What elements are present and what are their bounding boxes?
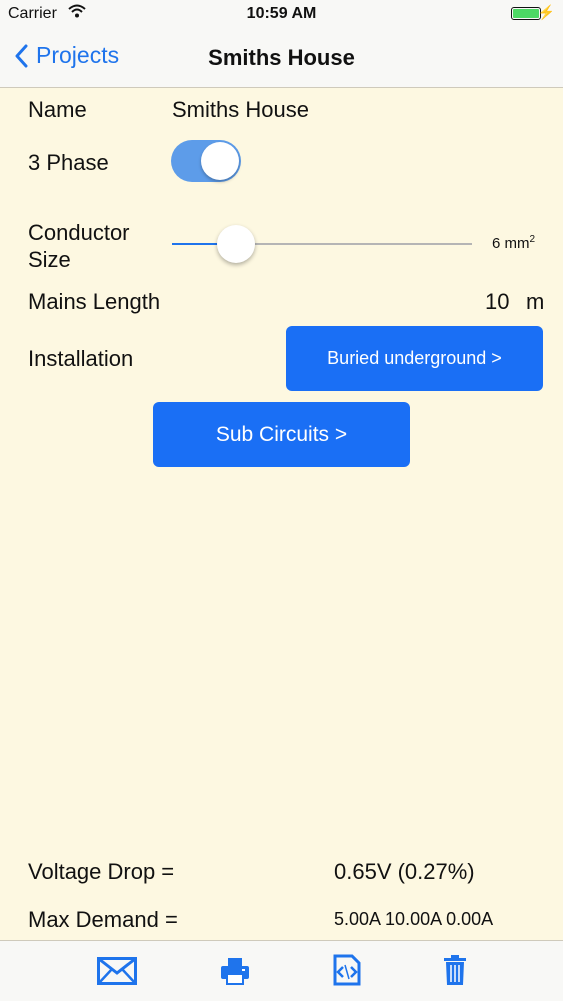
status-bar: Carrier 10:59 AM ⚡: [0, 0, 563, 30]
sub-circuits-button[interactable]: Sub Circuits >: [153, 402, 410, 467]
installation-button[interactable]: Buried underground >: [286, 326, 543, 391]
conductor-size-value: 6 mm2: [492, 234, 535, 252]
conductor-size-unit-sup: 2: [529, 234, 536, 245]
battery-icon: [511, 7, 541, 20]
mail-icon[interactable]: [97, 957, 137, 990]
mains-length-label: Mains Length: [28, 289, 161, 314]
status-time: 10:59 AM: [246, 5, 317, 22]
max-demand-label: Max Demand =: [28, 907, 178, 932]
trash-icon[interactable]: [443, 954, 467, 991]
max-demand-value: 5.00A 10.00A 0.00A: [334, 909, 494, 929]
voltage-drop-value: 0.65V (0.27%): [334, 859, 475, 884]
three-phase-toggle[interactable]: [171, 140, 241, 182]
voltage-drop-label: Voltage Drop =: [28, 859, 175, 884]
toggle-knob: [201, 142, 239, 180]
phase-label: 3 Phase: [28, 150, 109, 175]
slider-thumb[interactable]: [216, 225, 255, 263]
mains-length-value[interactable]: 10: [485, 289, 509, 315]
installation-label: Installation: [28, 346, 134, 371]
conductor-size-value-text: 6 mm: [492, 235, 530, 252]
name-label: Name: [28, 97, 87, 122]
navigation-bar: Projects Smiths House: [0, 30, 563, 88]
mains-length-unit: m: [526, 289, 545, 314]
conductor-size-slider[interactable]: [172, 224, 472, 264]
conductor-label-line1: Conductor: [28, 220, 130, 245]
conductor-label-line2: Size: [28, 247, 71, 272]
export-code-icon[interactable]: [332, 954, 362, 991]
name-value[interactable]: Smiths House: [172, 97, 309, 123]
print-icon[interactable]: [220, 957, 250, 990]
bottom-toolbar: [0, 940, 563, 1001]
page-title: Smiths House: [208, 45, 355, 70]
conductor-size-label: Conductor Size: [28, 219, 130, 273]
charging-bolt-icon: ⚡: [537, 4, 555, 20]
